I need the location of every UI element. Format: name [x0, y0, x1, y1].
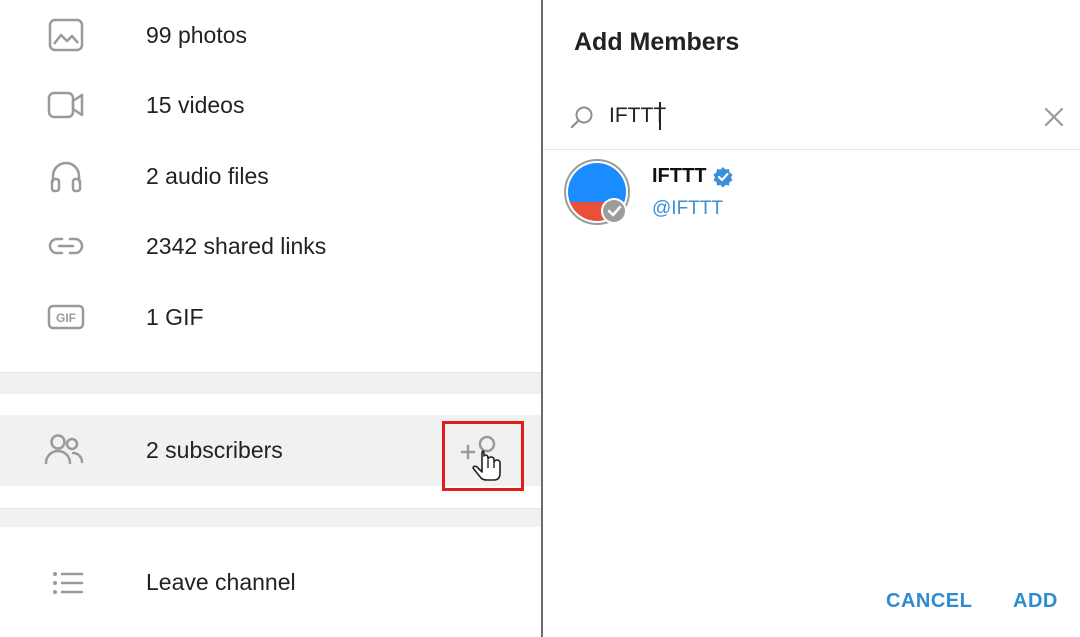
search-bar: [543, 82, 1080, 150]
search-input[interactable]: [609, 100, 1029, 132]
channel-info-panel: 99 photos 15 videos 2 audio files 2342 s…: [0, 0, 541, 637]
gif-icon: GIF: [46, 297, 86, 337]
media-row-label: 2342 shared links: [146, 232, 327, 259]
search-icon: [569, 104, 595, 130]
add-button[interactable]: ADD: [1013, 590, 1058, 613]
people-icon: [42, 429, 86, 469]
dialog-title: Add Members: [574, 28, 740, 56]
media-row-label: 99 photos: [146, 21, 248, 48]
media-row-label: 2 audio files: [146, 162, 269, 189]
media-row-label: 1 GIF: [146, 303, 204, 330]
leave-channel-row[interactable]: Leave channel: [0, 549, 541, 619]
cancel-button[interactable]: CANCEL: [886, 590, 972, 613]
add-members-dialog: Add Members IFTTT IFTTT @IFTTT CANCEL AD…: [543, 0, 1080, 637]
media-row-label: 15 videos: [146, 91, 245, 118]
headphones-icon: [46, 156, 86, 196]
svg-text:GIF: GIF: [56, 311, 76, 325]
text-caret: [659, 102, 661, 130]
section-divider: [0, 372, 541, 394]
result-handle: @IFTTT: [652, 198, 723, 219]
media-row-audio[interactable]: 2 audio files: [0, 141, 541, 211]
result-name: IFTTT: [652, 165, 707, 187]
list-icon: [48, 565, 88, 601]
photo-icon: [46, 15, 86, 55]
video-icon: [46, 85, 86, 125]
avatar: [564, 159, 630, 225]
add-member-icon: [458, 430, 508, 482]
media-row-videos[interactable]: 15 videos: [0, 70, 541, 140]
close-icon[interactable]: [1041, 104, 1067, 130]
section-divider: [0, 508, 541, 527]
result-name-row: IFTTT: [652, 165, 734, 188]
verified-badge-icon: [712, 166, 734, 188]
media-row-links[interactable]: 2342 shared links: [0, 211, 541, 281]
subscribers-label: 2 subscribers: [146, 437, 283, 463]
add-member-button[interactable]: [442, 421, 524, 491]
link-icon: [46, 226, 86, 266]
media-row-photos[interactable]: 99 photos: [0, 0, 541, 70]
media-row-gifs[interactable]: GIF 1 GIF: [0, 282, 541, 352]
leave-channel-label: Leave channel: [146, 569, 296, 595]
search-result-item[interactable]: IFTTT @IFTTT: [543, 153, 1080, 233]
